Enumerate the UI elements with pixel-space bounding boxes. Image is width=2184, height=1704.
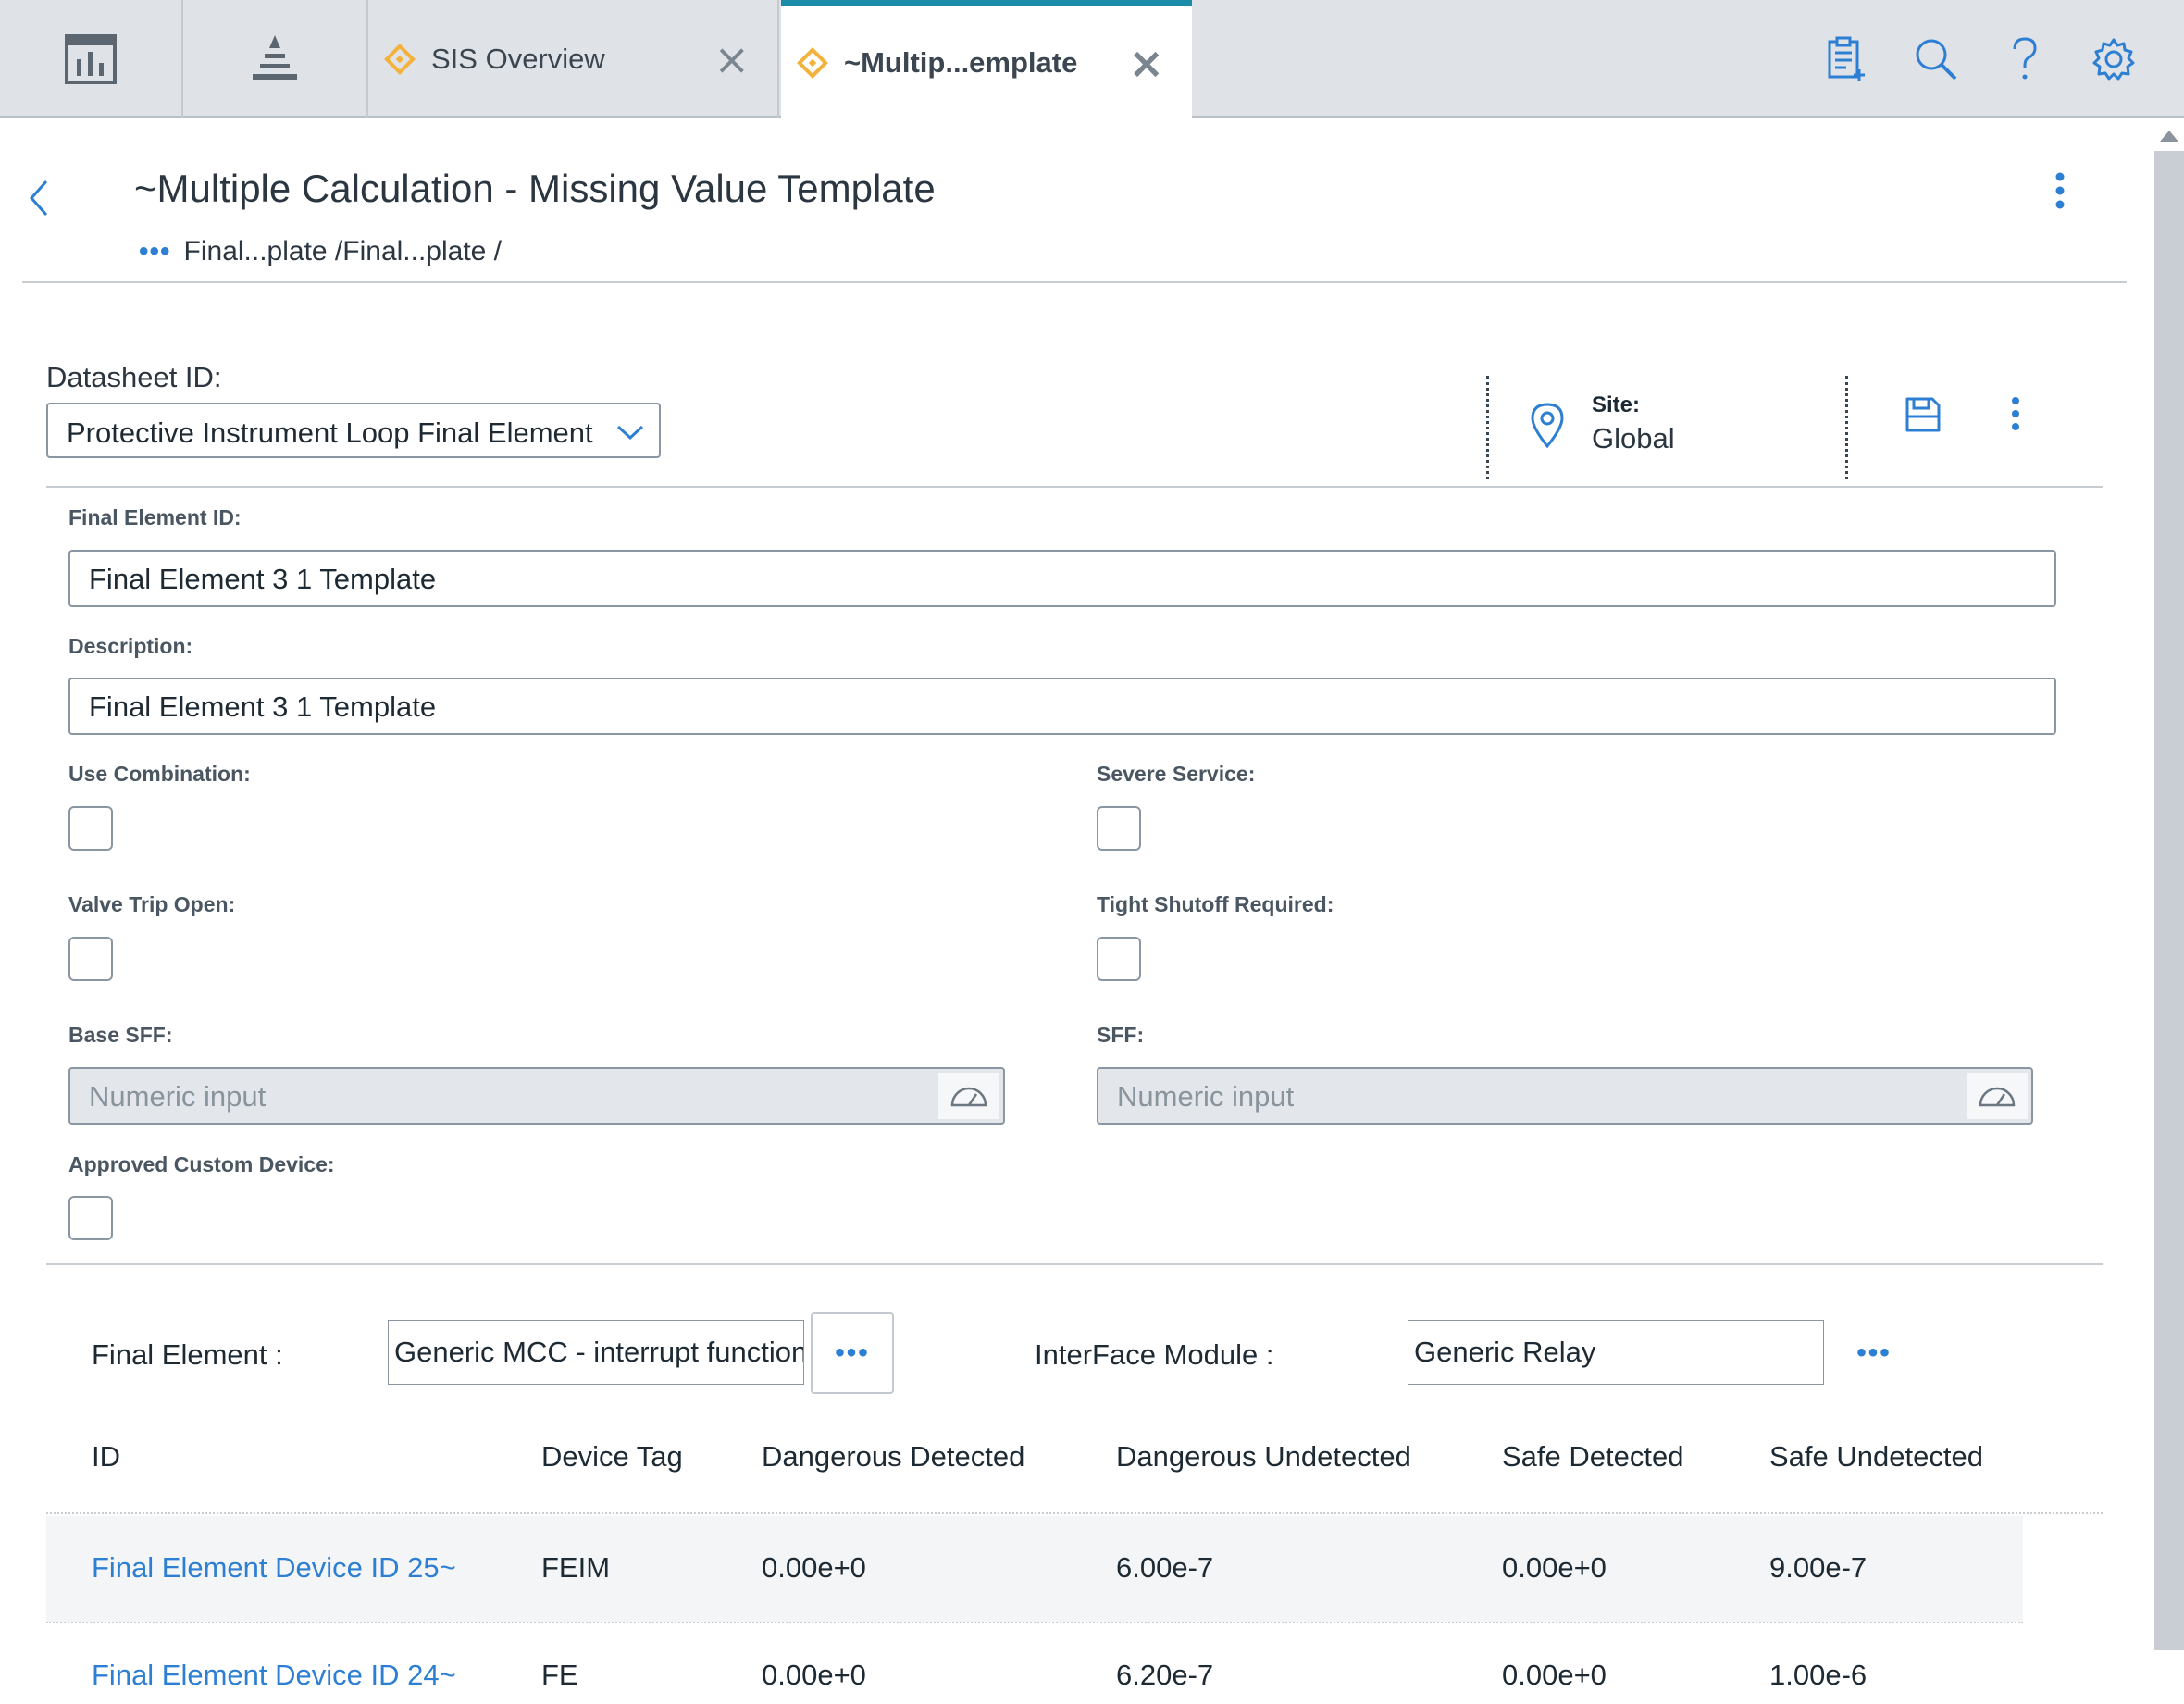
description-label: Description: [68, 634, 193, 658]
approved-custom-device-checkbox[interactable] [68, 1196, 113, 1240]
base-sff-placeholder: Numeric input [89, 1080, 267, 1113]
table-cell: 0.00e+0 [1502, 1551, 1607, 1584]
close-icon[interactable]: × [714, 38, 750, 81]
divider [46, 1512, 2103, 1514]
severe-service-label: Severe Service: [1097, 762, 1256, 786]
datasheet-selected-value: Protective Instrument Loop Final Element [67, 417, 593, 449]
top-tab-bar: SIS Overview × ~Multip...emplate × [0, 0, 2184, 119]
description-field[interactable]: Final Element 3 1 Template [68, 678, 2056, 735]
divider [46, 486, 2103, 488]
final-element-id-label: Final Element ID: [68, 505, 242, 529]
tab-label: SIS Overview [431, 42, 605, 75]
table-cell: 0.00e+0 [762, 1551, 866, 1584]
column-header[interactable]: Dangerous Undetected [1116, 1440, 1411, 1474]
gauge-icon[interactable] [938, 1073, 999, 1119]
table-cell: 9.00e-7 [1769, 1551, 1868, 1584]
device-id-link[interactable]: Final Element Device ID 24~ [92, 1659, 456, 1692]
site-value: Global [1592, 422, 1675, 454]
interface-module-browse-button[interactable]: ••• [1832, 1312, 1916, 1394]
valve-trip-open-checkbox[interactable] [68, 937, 113, 981]
datasheet-label: Datasheet ID: [46, 361, 222, 393]
scrollbar[interactable] [2151, 118, 2184, 1704]
table-cell: 1.00e-6 [1769, 1659, 1868, 1691]
table-cell: 0.00e+0 [762, 1659, 866, 1691]
column-header[interactable]: Safe Undetected [1769, 1440, 1983, 1474]
page-title: ~Multiple Calculation - Missing Value Te… [134, 167, 936, 210]
gear-icon [2092, 38, 2135, 80]
table-cell: 6.20e-7 [1116, 1659, 1214, 1691]
device-id-link[interactable]: Final Element Device ID 25~ [92, 1551, 456, 1585]
tight-shutoff-checkbox[interactable] [1097, 937, 1141, 981]
divider [46, 1263, 2103, 1265]
divider [1486, 376, 1489, 479]
tab-label: ~Multip...emplate [844, 46, 1078, 79]
interface-module-lookup-label: InterFace Module : [1035, 1338, 1274, 1371]
kebab-menu-icon [2012, 397, 2019, 430]
datasheet-menu-button[interactable] [2006, 396, 2025, 438]
table-cell: 0.00e+0 [1502, 1659, 1607, 1691]
approved-custom-device-label: Approved Custom Device: [68, 1152, 335, 1176]
table-row[interactable]: Final Element Device ID 25~ FEIM 0.00e+0… [46, 1516, 2023, 1622]
table-cell: 6.00e-7 [1116, 1551, 1214, 1584]
dashboard-tab[interactable] [0, 0, 183, 118]
gauge-icon[interactable] [1967, 1073, 2028, 1119]
site-label: Site: [1592, 392, 1641, 417]
breadcrumb-more-button[interactable]: ••• [139, 236, 171, 267]
breadcrumb: ••• Final...plate /Final...plate / [139, 236, 502, 267]
location-pin-icon [1531, 403, 1564, 449]
column-header[interactable]: Device Tag [541, 1440, 683, 1474]
sff-input[interactable]: Numeric input [1097, 1067, 2033, 1125]
final-element-lookup-label: Final Element : [92, 1338, 283, 1371]
save-icon [1905, 397, 1941, 432]
diamond-icon [797, 47, 828, 79]
divider [1845, 376, 1848, 479]
chevron-left-icon [29, 180, 48, 216]
diamond-icon [384, 43, 416, 75]
column-header[interactable]: Safe Detected [1502, 1440, 1683, 1474]
site-selector[interactable]: Site: Global [1529, 392, 1675, 455]
chevron-down-icon [616, 425, 644, 441]
page-menu-button[interactable] [2049, 171, 2071, 217]
final-element-id-field[interactable]: Final Element 3 1 Template [68, 550, 2056, 607]
search-button[interactable] [1892, 0, 1980, 118]
use-combination-label: Use Combination: [68, 762, 251, 786]
base-sff-label: Base SFF: [68, 1023, 173, 1047]
top-actions [1803, 0, 2184, 118]
tight-shutoff-label: Tight Shutoff Required: [1097, 892, 1334, 916]
final-element-lookup-field[interactable]: Generic MCC - interrupt function [388, 1320, 804, 1385]
severe-service-checkbox[interactable] [1097, 806, 1141, 851]
tab-multiple-calculation[interactable]: ~Multip...emplate × [781, 0, 1192, 119]
kebab-menu-icon [2055, 172, 2065, 209]
column-header[interactable]: ID [92, 1440, 120, 1474]
valve-trip-open-label: Valve Trip Open: [68, 892, 236, 916]
column-header[interactable]: Dangerous Detected [762, 1440, 1024, 1474]
scrollbar-thumb[interactable] [2154, 151, 2184, 1650]
divider [22, 281, 2127, 283]
close-icon[interactable]: × [1128, 42, 1164, 84]
table-cell: FEIM [541, 1551, 611, 1584]
sff-placeholder: Numeric input [1117, 1080, 1295, 1113]
datasheet-select[interactable]: Protective Instrument Loop Final Element [46, 403, 661, 458]
back-button[interactable] [26, 176, 54, 225]
new-record-button[interactable] [1803, 0, 1892, 118]
save-button[interactable] [1905, 396, 1942, 438]
table-row[interactable]: Final Element Device ID 24~ FE 0.00e+0 6… [46, 1623, 2023, 1704]
settings-button[interactable] [2069, 0, 2158, 118]
clipboard-add-icon [1828, 36, 1865, 81]
table-cell: FE [541, 1659, 578, 1691]
bar-chart-icon [65, 33, 117, 84]
search-icon [1916, 39, 1957, 80]
base-sff-input[interactable]: Numeric input [68, 1067, 1005, 1125]
scroll-up-icon[interactable] [2160, 131, 2178, 142]
final-element-browse-button[interactable]: ••• [811, 1312, 894, 1394]
help-button[interactable] [1980, 0, 2069, 118]
pyramid-icon [253, 34, 297, 80]
sff-label: SFF: [1097, 1023, 1145, 1047]
hierarchy-tab[interactable] [183, 0, 368, 118]
breadcrumb-path[interactable]: Final...plate /Final...plate / [184, 236, 503, 267]
use-combination-checkbox[interactable] [68, 806, 113, 851]
tab-sis-overview[interactable]: SIS Overview × [368, 0, 779, 118]
interface-module-lookup-field[interactable]: Generic Relay [1408, 1320, 1824, 1385]
question-icon [2013, 36, 2037, 79]
